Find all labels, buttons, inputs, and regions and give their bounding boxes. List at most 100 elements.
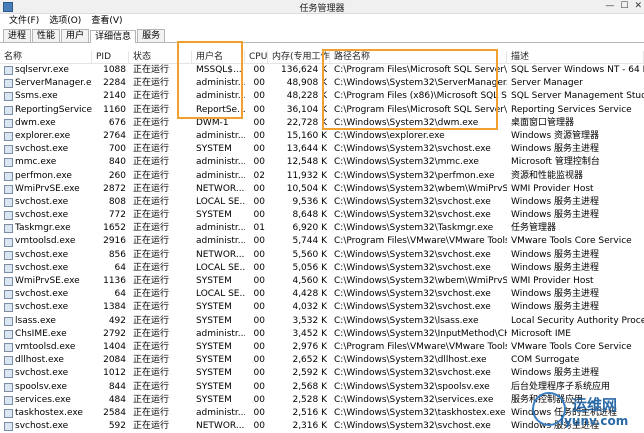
menu-view[interactable]: 查看(V) [86, 14, 127, 28]
watermark-logo: 运维网 iyunv.com [532, 392, 644, 433]
column-header-cpu[interactable]: CPU [245, 51, 268, 63]
minimize-button[interactable]: — [605, 1, 614, 11]
column-header-name[interactable]: 名称 [0, 51, 92, 63]
table-row[interactable]: explorer.exe 2764 正在运行 administr... 00 15,160… [0, 130, 644, 143]
table-row[interactable]: ChsIME.exe 2792 正在运行 administr... 00 3,452 K C… [0, 328, 644, 341]
cell-cpu: 00 [253, 289, 265, 300]
cell-user: administr... [196, 407, 245, 418]
table-row[interactable]: vmtoolsd.exe 2916 正在运行 administr... 00 5,744 … [0, 235, 644, 248]
table-row[interactable]: lsass.exe 492 正在运行 SYSTEM 00 3,532 K C:\Window… [0, 315, 644, 328]
table-row[interactable]: ReportingServices... 1160 正在运行 ReportSe... 0… [0, 104, 644, 117]
cell-pid: 2764 [103, 130, 126, 141]
cell-name: svchost.exe [0, 196, 92, 209]
process-icon [4, 303, 13, 313]
cell-user: administr... [196, 236, 245, 247]
cell-memory: 2,316 K [292, 421, 327, 432]
table-row[interactable]: svchost.exe 64 正在运行 LOCAL SE... 00 5,056 K C:\… [0, 262, 644, 275]
process-name: ServerManager.exe [15, 78, 92, 89]
column-header-memory[interactable]: 内存(专用工作... [268, 51, 330, 63]
column-header-user[interactable]: 用户名 [192, 51, 245, 63]
cell-user: SYSTEM [196, 355, 232, 366]
table-row[interactable]: ServerManager.exe 2284 正在运行 administr... 00 4… [0, 77, 644, 90]
process-name: dwm.exe [15, 117, 56, 128]
cell-memory: 8,648 K [292, 210, 327, 221]
cell-status: 正在运行 [133, 276, 170, 286]
cell-cpu: 00 [253, 262, 265, 273]
cell-memory: 3,452 K [292, 328, 327, 339]
process-icon [4, 250, 13, 260]
column-header-status[interactable]: 状态 [129, 51, 192, 63]
cell-path: C:\Windows\System32\svchost.exe [334, 262, 491, 273]
cell-memory: 5,560 K [292, 249, 327, 260]
cell-name: svchost.exe [0, 209, 92, 222]
cell-name: spoolsv.exe [0, 381, 92, 394]
process-icon [4, 237, 13, 247]
process-name: svchost.exe [15, 144, 69, 155]
cell-pid: 64 [114, 262, 126, 273]
table-row[interactable]: svchost.exe 64 正在运行 LOCAL SE... 00 4,428 K C:\… [0, 288, 644, 301]
table-row[interactable]: svchost.exe 1012 正在运行 SYSTEM 00 2,592 K C:\Win… [0, 367, 644, 380]
cell-pid: 1012 [103, 368, 126, 379]
cell-path: C:\Windows\System32\mmc.exe [334, 157, 479, 168]
menu-file[interactable]: 文件(F) [4, 14, 44, 28]
cell-memory: 136,624 K [281, 65, 327, 75]
cell-description: VMware Tools Core Service [511, 341, 632, 352]
table-row[interactable]: Taskmgr.exe 1652 正在运行 administr... 01 6,920 K… [0, 222, 644, 235]
cell-pid: 840 [108, 157, 126, 168]
cell-path: C:\Program Files\VMware\VMware Tools\vm.… [334, 341, 507, 352]
table-row[interactable]: svchost.exe 808 正在运行 LOCAL SE... 00 9,536 K C:… [0, 196, 644, 209]
cell-pid: 676 [108, 117, 126, 128]
cell-cpu: 00 [253, 276, 265, 286]
table-row[interactable]: WmiPrvSE.exe 2872 正在运行 NETWOR... 00 10,504 K C… [0, 183, 644, 196]
process-icon [4, 211, 13, 221]
process-icon [4, 356, 13, 366]
table-row[interactable]: svchost.exe 1384 正在运行 SYSTEM 00 4,032 K C:\Win… [0, 301, 644, 314]
tab-services[interactable]: 服务 [137, 29, 166, 42]
process-icon [4, 197, 13, 207]
tab-details[interactable]: 详细信息 [90, 30, 137, 43]
table-row[interactable]: dllhost.exe 2084 正在运行 SYSTEM 00 2,652 K C:\Win… [0, 354, 644, 367]
menu-options[interactable]: 选项(O) [44, 14, 86, 28]
cell-path: C:\Windows\System32\svchost.exe [334, 421, 491, 432]
table-row[interactable]: WmiPrvSE.exe 1136 正在运行 SYSTEM 00 4,560 K C:\Wi… [0, 275, 644, 288]
table-row[interactable]: perfmon.exe 260 正在运行 administr... 02 11,932 K… [0, 170, 644, 183]
table-row[interactable]: vmtoolsd.exe 1404 正在运行 SYSTEM 00 2,976 K C:\Pr… [0, 341, 644, 354]
cell-path: C:\Windows\System32\wbem\WmiPrvSE.exe [334, 183, 507, 194]
column-header-path[interactable]: 路径名称 [330, 51, 507, 63]
table-row[interactable]: sqlservr.exe 1088 正在运行 MSSQL$... 00 136,624 K… [0, 64, 644, 77]
tab-processes[interactable]: 进程 [3, 29, 32, 42]
cell-name: WmiPrvSE.exe [0, 275, 92, 288]
cell-status: 正在运行 [133, 91, 170, 102]
table-row[interactable]: svchost.exe 856 正在运行 NETWOR... 00 5,560 K C:\W… [0, 249, 644, 262]
close-button[interactable]: ✕ [634, 1, 642, 11]
table-row[interactable]: dwm.exe 676 正在运行 DWM-1 00 22,728 K C:\Windows\… [0, 117, 644, 130]
process-icon [4, 369, 13, 379]
cell-memory: 4,428 K [292, 289, 327, 300]
table-row[interactable]: svchost.exe 700 正在运行 SYSTEM 00 13,644 K C:\Win… [0, 143, 644, 156]
tab-users[interactable]: 用户 [61, 29, 90, 42]
cell-description: VMware Tools Core Service [511, 236, 632, 247]
cell-status: 正在运行 [133, 130, 170, 141]
column-header-description[interactable]: 描述 [507, 51, 644, 63]
cell-cpu: 00 [253, 421, 265, 432]
table-row[interactable]: svchost.exe 772 正在运行 SYSTEM 00 8,648 K C:\Wind… [0, 209, 644, 222]
cell-path: C:\Program Files\Microsoft SQL Server\MS… [334, 65, 507, 75]
tab-performance[interactable]: 性能 [32, 29, 61, 42]
cell-cpu: 00 [253, 355, 265, 366]
maximize-button[interactable]: ☐ [620, 1, 628, 11]
cell-user: SYSTEM [196, 394, 232, 405]
cell-user: DWM-1 [196, 117, 229, 128]
cell-user: administr... [196, 130, 245, 141]
cell-status: 正在运行 [133, 368, 170, 379]
process-name: mmc.exe [15, 157, 57, 168]
table-row[interactable]: mmc.exe 840 正在运行 administr... 00 12,548 K C:\W… [0, 156, 644, 169]
cell-status: 正在运行 [133, 183, 170, 194]
cell-status: 正在运行 [133, 144, 170, 155]
column-header-pid[interactable]: PID [92, 51, 129, 63]
cell-user: administr... [196, 223, 245, 234]
cell-path: C:\Windows\System32\ServerManager.exe [334, 78, 507, 89]
cell-name: services.exe [0, 394, 92, 407]
table-row[interactable]: Ssms.exe 2140 正在运行 administr... 00 48,228 K C:… [0, 90, 644, 103]
cell-name: sqlservr.exe [0, 64, 92, 77]
cell-memory: 2,592 K [292, 368, 327, 379]
